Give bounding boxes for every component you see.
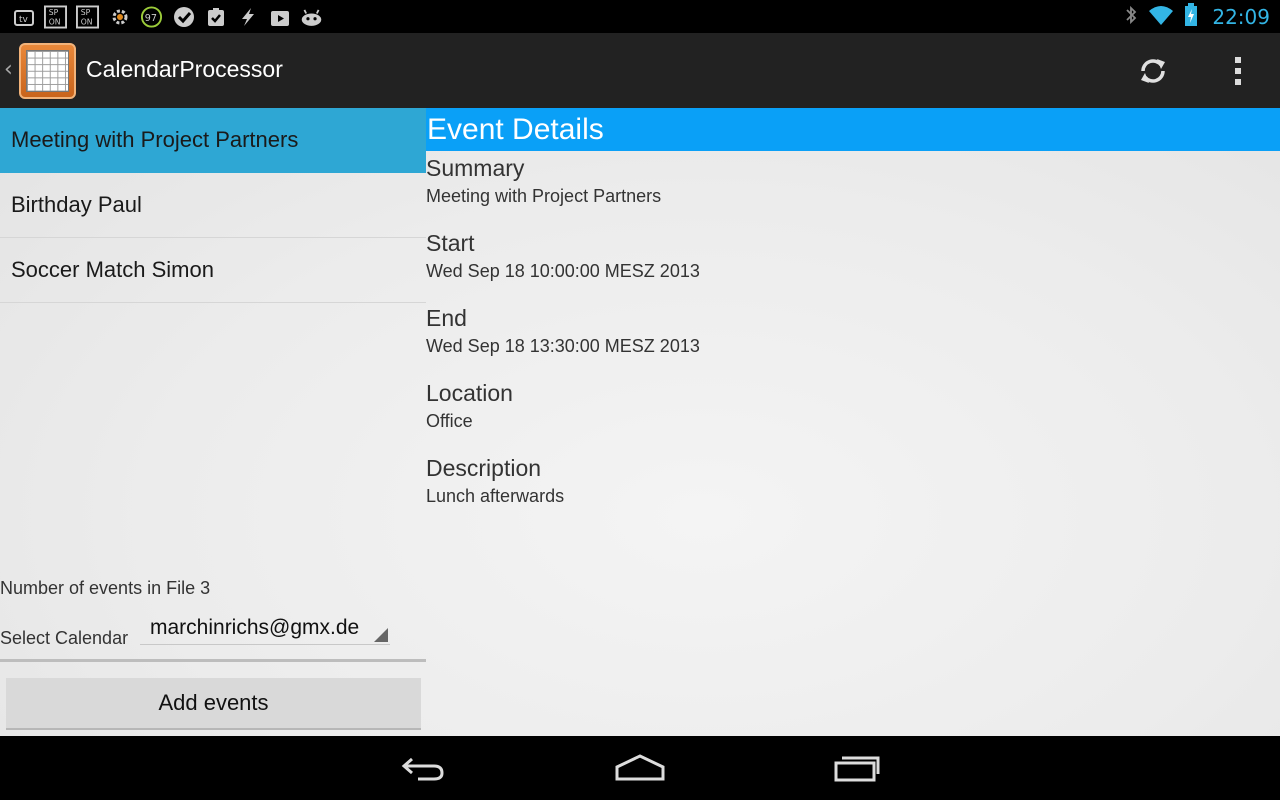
description-field: Description Lunch afterwards — [426, 454, 564, 508]
field-value: Office — [426, 411, 473, 431]
content-area: Meeting with Project Partners Birthday P… — [0, 108, 1280, 736]
calendar-spinner[interactable]: marchinrichs@gmx.de — [140, 613, 390, 645]
field-label: End — [426, 305, 467, 331]
field-label: Summary — [426, 155, 525, 181]
events-pane: Meeting with Project Partners Birthday P… — [0, 108, 426, 736]
bluetooth-icon — [1124, 4, 1138, 30]
event-count-label: Number of events in File 3 — [0, 578, 211, 598]
play-store-icon — [268, 6, 291, 28]
event-list: Meeting with Project Partners Birthday P… — [0, 108, 426, 303]
sp-on-icon: SP ON — [76, 4, 99, 28]
svg-text:tv: tv — [19, 15, 29, 25]
field-label: Start — [426, 230, 475, 256]
recent-apps-button[interactable] — [822, 748, 892, 788]
wifi-icon — [1148, 4, 1174, 30]
svg-text:SP: SP — [81, 8, 91, 17]
lightning-icon — [236, 6, 259, 28]
list-item[interactable]: Meeting with Project Partners — [0, 108, 426, 173]
app-title[interactable]: CalendarProcessor — [86, 56, 283, 83]
location-field: Location Office — [426, 379, 513, 433]
field-label: Location — [426, 380, 513, 406]
badge-97-icon: 97 — [140, 5, 163, 28]
back-icon — [401, 757, 444, 781]
add-events-button[interactable]: Add events — [6, 678, 421, 730]
status-bar: tv SP ON SP ON 97 22:09 — [0, 0, 1280, 33]
field-value: Meeting with Project Partners — [426, 186, 662, 206]
list-item[interactable]: Soccer Match Simon — [0, 238, 426, 303]
tv-icon: tv — [12, 6, 35, 28]
field-label: Description — [426, 455, 542, 481]
overflow-menu-button[interactable] — [1218, 49, 1258, 93]
recent-apps-icon — [834, 756, 880, 782]
field-value: Wed Sep 18 13:30:00 MESZ 2013 — [426, 336, 700, 356]
navigation-bar — [0, 736, 1280, 800]
sp-on-icon: SP ON — [44, 4, 67, 28]
field-value: Lunch afterwards — [426, 486, 565, 506]
details-pane: Event Details Summary Meeting with Proje… — [426, 108, 1280, 736]
notification-icons: tv SP ON SP ON 97 — [12, 4, 323, 29]
select-calendar-label: Select Calendar — [0, 628, 129, 648]
details-header: Event Details — [426, 108, 1280, 151]
end-field: End Wed Sep 18 13:30:00 MESZ 2013 — [426, 304, 700, 358]
summary-field: Summary Meeting with Project Partners — [426, 154, 661, 208]
overflow-menu-icon — [1235, 57, 1241, 63]
svg-text:ON: ON — [49, 17, 61, 26]
svg-text:97: 97 — [145, 12, 157, 23]
battery-icon — [1184, 2, 1198, 31]
spinner-arrow-icon — [374, 628, 388, 642]
clipboard-check-icon — [204, 6, 227, 28]
clock: 22:09 — [1212, 4, 1270, 29]
refresh-icon — [1141, 59, 1165, 83]
android-icon — [300, 6, 323, 28]
calendar-spinner-value: marchinrichs@gmx.de — [150, 616, 360, 639]
start-field: Start Wed Sep 18 10:00:00 MESZ 2013 — [426, 229, 700, 283]
home-button[interactable] — [605, 748, 675, 788]
svg-text:ON: ON — [81, 17, 93, 26]
svg-text:SP: SP — [49, 8, 59, 17]
app-calendar-icon[interactable] — [19, 43, 76, 99]
back-button[interactable] — [389, 748, 459, 788]
check-icon — [172, 6, 195, 28]
refresh-button[interactable] — [1126, 49, 1180, 93]
divider — [0, 659, 426, 662]
gear-icon — [108, 6, 131, 28]
field-value: Wed Sep 18 10:00:00 MESZ 2013 — [426, 261, 700, 281]
home-icon — [615, 754, 665, 781]
action-bar: ‹ CalendarProcessor — [0, 33, 1280, 108]
system-status: 22:09 — [1124, 2, 1270, 31]
up-caret-icon[interactable]: ‹ — [4, 57, 13, 83]
list-item[interactable]: Birthday Paul — [0, 173, 426, 238]
